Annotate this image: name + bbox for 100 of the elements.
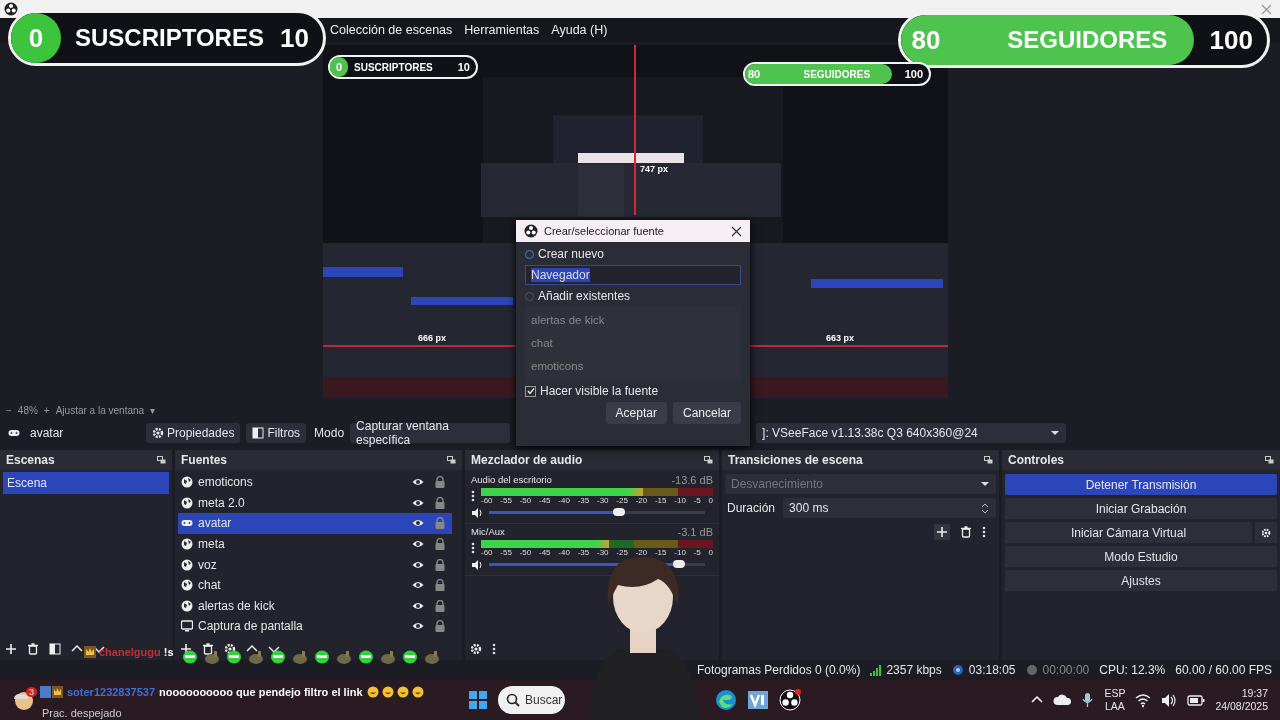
source-item[interactable]: alertas de kick (178, 595, 452, 617)
lock-icon[interactable] (434, 599, 446, 612)
add-icon[interactable] (5, 643, 17, 655)
wifi-icon[interactable] (1135, 692, 1152, 708)
gear-icon[interactable] (224, 643, 236, 655)
filters-button[interactable]: Filtros (246, 423, 307, 443)
search-field[interactable]: Buscar (498, 686, 565, 714)
eye-icon[interactable] (412, 497, 424, 508)
zoom-in-button[interactable]: + (43, 404, 50, 416)
scale-label: -10 (674, 548, 686, 557)
control-button[interactable]: Iniciar Grabación (1005, 498, 1277, 519)
window-dropdown[interactable]: ]: VSeeFace v1.13.38c Q3 640x360@24 (756, 423, 1067, 443)
speaker-icon[interactable] (471, 507, 483, 519)
lock-icon[interactable] (434, 538, 446, 551)
scale-label: -40 (558, 548, 570, 557)
name-field[interactable]: Navegador (525, 265, 741, 285)
dialog-button[interactable]: Cancelar (672, 402, 741, 424)
add-icon[interactable] (934, 524, 950, 540)
more-options-icon[interactable] (471, 489, 475, 502)
scale-label: -55 (500, 496, 512, 505)
fit-to-window-button[interactable]: Ajustar a la ventana (55, 404, 145, 416)
gear-icon[interactable] (470, 643, 482, 655)
clock-date[interactable]: 24/08/2025 (1215, 700, 1268, 713)
emoji-icon (396, 686, 409, 698)
more-options-icon[interactable] (471, 541, 475, 554)
trash-icon[interactable] (27, 643, 39, 655)
checkbox[interactable] (525, 385, 536, 397)
undock-icon[interactable] (704, 456, 713, 464)
close-icon[interactable] (731, 225, 742, 237)
source-item[interactable]: voz (178, 554, 452, 575)
lock-icon[interactable] (434, 476, 446, 489)
speaker-icon[interactable] (471, 559, 483, 571)
obs-app-icon[interactable] (779, 689, 801, 711)
source-item[interactable]: meta (178, 533, 452, 555)
chat-badges-icon (40, 686, 63, 698)
eye-icon[interactable] (412, 539, 424, 550)
volume-slider[interactable] (489, 510, 705, 514)
lock-icon[interactable] (434, 620, 446, 633)
radio-label[interactable]: Crear nuevo (538, 247, 605, 261)
duration-field[interactable]: 300 ms (783, 498, 996, 518)
browser-icon[interactable] (715, 689, 737, 711)
undock-icon[interactable] (447, 456, 456, 464)
emote-icon (402, 650, 418, 664)
battery-icon[interactable] (1187, 692, 1206, 708)
eye-icon[interactable] (412, 580, 424, 591)
emoji-icon (411, 686, 424, 698)
notification-badge: 3 (26, 687, 37, 697)
emote-icon (248, 650, 264, 664)
keyboard-layout[interactable]: LAA (1105, 700, 1125, 713)
source-item[interactable]: avatar (178, 513, 452, 534)
checkbox-label[interactable]: Hacer visible la fuente (540, 384, 659, 398)
goal-label: SUSCRIPTORES (354, 61, 434, 73)
control-button[interactable]: Modo Estudio (1005, 546, 1277, 567)
eye-icon[interactable] (412, 559, 424, 570)
dropdown-caret[interactable]: ▾ (150, 404, 156, 416)
control-button[interactable]: Ajustes (1005, 570, 1277, 591)
menu-item[interactable]: Ayuda (H) (551, 23, 608, 37)
eye-icon[interactable] (412, 518, 424, 529)
eye-icon[interactable] (412, 477, 424, 488)
source-item[interactable]: meta 2.0 (178, 492, 452, 514)
undock-icon[interactable] (984, 456, 993, 464)
lock-icon[interactable] (434, 558, 446, 571)
volume-icon[interactable] (1161, 692, 1178, 708)
microphone-icon[interactable] (1081, 692, 1095, 708)
properties-button[interactable]: Propiedades (146, 423, 241, 443)
goal-current-value: 0 (27, 22, 45, 54)
source-item[interactable]: Captura de pantalla (178, 616, 452, 637)
undock-icon[interactable] (1265, 456, 1274, 464)
trash-icon[interactable] (202, 643, 214, 655)
menu-item[interactable]: Herramientas (464, 23, 540, 37)
scale-label: -45 (539, 548, 551, 557)
control-button[interactable]: Iniciar Cámara Virtual (1005, 522, 1252, 543)
move-down-icon[interactable] (268, 643, 280, 655)
scene-item[interactable]: Escena (3, 472, 169, 494)
cloud-icon[interactable] (1053, 693, 1072, 707)
filter-icon[interactable] (49, 643, 61, 655)
control-button[interactable]: Detener Transmisión (1005, 474, 1277, 495)
settings-button[interactable] (1255, 522, 1277, 543)
eye-icon[interactable] (412, 600, 424, 611)
source-item[interactable]: chat (178, 574, 452, 596)
lock-icon[interactable] (434, 496, 446, 509)
lock-icon[interactable] (434, 579, 446, 592)
trash-icon[interactable] (960, 526, 972, 538)
source-item[interactable]: emoticons (178, 472, 452, 493)
app-icon[interactable] (747, 689, 769, 711)
undock-icon[interactable] (157, 456, 166, 464)
dialog-button[interactable]: Aceptar (605, 402, 667, 424)
keyboard-language[interactable]: ESP (1104, 687, 1126, 700)
more-options-icon[interactable] (982, 526, 986, 538)
add-icon[interactable] (180, 643, 192, 655)
eye-icon[interactable] (412, 621, 424, 632)
crown-badge-icon (84, 646, 96, 658)
zoom-out-button[interactable]: − (6, 404, 12, 416)
clock-time[interactable]: 19:37 (1241, 687, 1268, 700)
emote-icon (182, 650, 198, 664)
globe-icon (181, 476, 193, 489)
radio-label[interactable]: Añadir existentes (538, 289, 631, 303)
menu-item[interactable]: Colección de escenas (330, 23, 453, 37)
scale-label: -25 (616, 548, 628, 557)
start-icon[interactable] (468, 690, 488, 710)
